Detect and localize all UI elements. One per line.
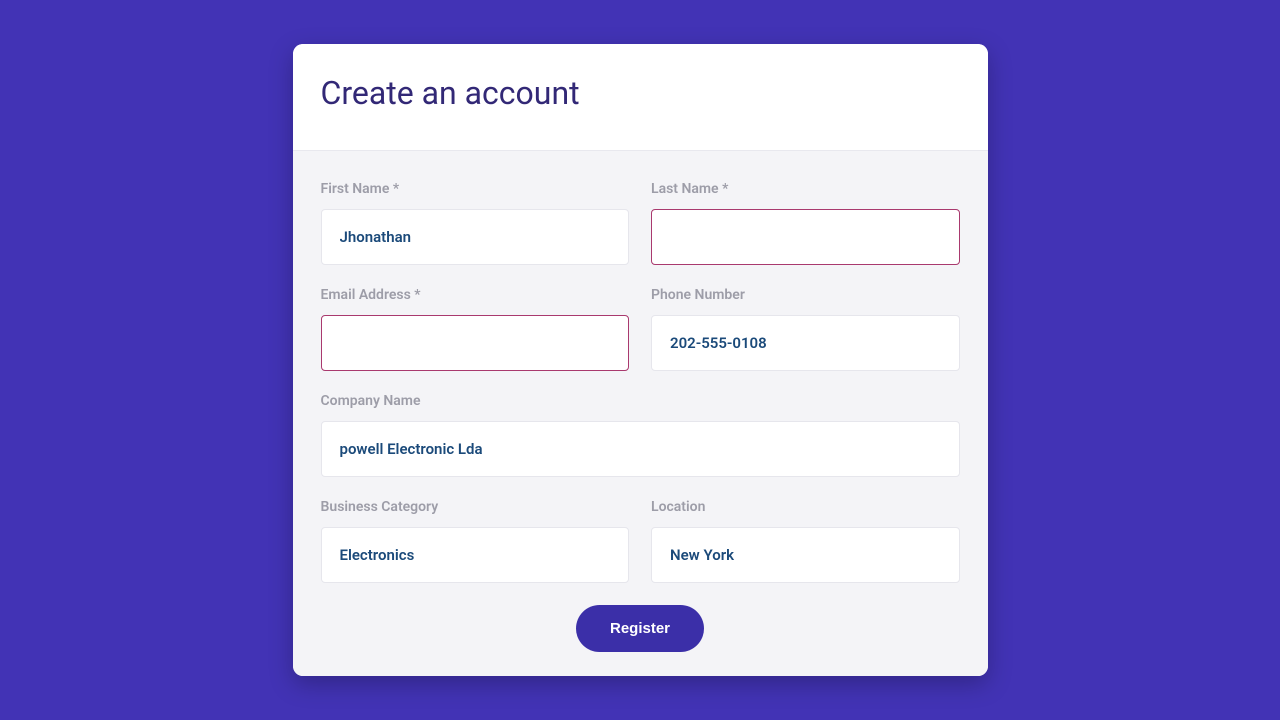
phone-input[interactable] [651, 315, 960, 371]
business-category-select[interactable] [321, 527, 630, 583]
card-header: Create an account [293, 44, 988, 150]
category-label: Business Category [321, 499, 630, 515]
register-card: Create an account First Name * Last Name… [293, 44, 988, 676]
email-label: Email Address * [321, 287, 630, 303]
page-title: Create an account [321, 74, 960, 112]
location-select[interactable] [651, 527, 960, 583]
first-name-label: First Name * [321, 181, 630, 197]
last-name-label: Last Name * [651, 181, 960, 197]
company-label: Company Name [321, 393, 960, 409]
last-name-input[interactable] [651, 209, 960, 265]
first-name-input[interactable] [321, 209, 630, 265]
register-button[interactable]: Register [576, 605, 704, 652]
email-input[interactable] [321, 315, 630, 371]
company-input[interactable] [321, 421, 960, 477]
location-label: Location [651, 499, 960, 515]
card-body: First Name * Last Name * Email Address *… [293, 150, 988, 676]
phone-label: Phone Number [651, 287, 960, 303]
